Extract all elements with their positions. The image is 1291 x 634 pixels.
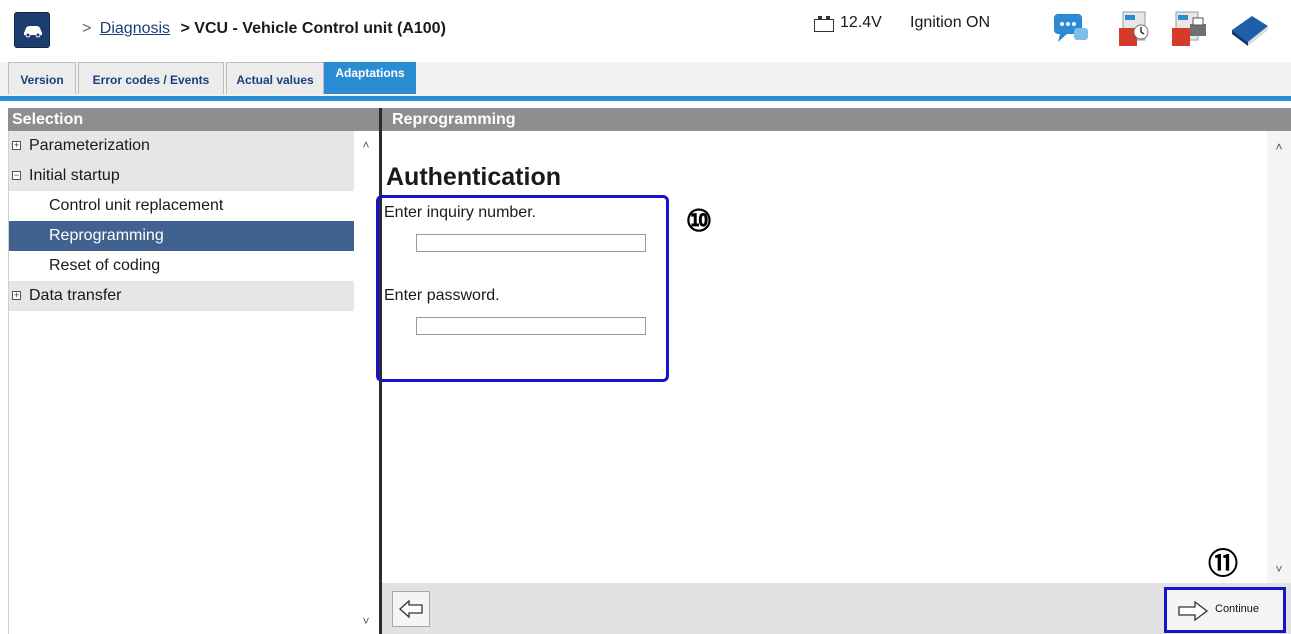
tree-item-reset-of-coding[interactable]: Reset of coding — [9, 251, 354, 281]
breadcrumb: > Diagnosis > VCU - Vehicle Control unit… — [82, 20, 446, 38]
tree-item-control-unit-replacement[interactable]: Control unit replacement — [9, 191, 354, 221]
content-area: Authentication Enter inquiry number. Ent… — [376, 131, 1267, 583]
breadcrumb-separator: > — [82, 20, 92, 37]
collapse-icon[interactable]: − — [12, 171, 21, 180]
tree-item-parameterization[interactable]: + Parameterization — [9, 131, 354, 161]
continue-label: Continue — [1215, 603, 1260, 615]
tree-item-initial-startup[interactable]: − Initial startup — [9, 161, 354, 191]
action-footer: Continue — [382, 583, 1291, 634]
book-icon[interactable] — [1228, 10, 1268, 48]
pdf-print-icon[interactable] — [1170, 10, 1208, 48]
pdf-clock-icon[interactable] — [1115, 10, 1153, 48]
content-scrollbar[interactable]: ˄ ˅ — [1267, 131, 1291, 583]
tree-item-label: Initial startup — [29, 167, 120, 184]
battery-icon — [814, 16, 834, 32]
scroll-up-icon[interactable]: ˄ — [1271, 139, 1287, 155]
car-home-icon[interactable] — [14, 12, 50, 48]
arrow-right-icon — [1178, 600, 1209, 622]
left-scrollbar[interactable]: ˄ ˅ — [354, 131, 378, 634]
tab-bar: Version Error codes / Events Actual valu… — [0, 62, 1291, 96]
annotation-marker-11: ⑪ — [1208, 548, 1238, 581]
continue-button[interactable]: Continue — [1164, 587, 1286, 633]
tree-item-label: Reset of coding — [49, 257, 161, 274]
tab-underline — [0, 96, 1291, 101]
authentication-title: Authentication — [386, 163, 561, 191]
back-button[interactable] — [392, 591, 430, 627]
voltage-value: 12.4V — [840, 14, 882, 31]
selection-header: Selection — [8, 108, 379, 131]
page-title: > VCU - Vehicle Control unit (A100) — [180, 20, 446, 37]
ignition-status: Ignition ON — [910, 14, 991, 31]
content-header: Reprogramming — [382, 108, 1291, 131]
arrow-left-icon — [399, 599, 423, 619]
breadcrumb-diagnosis-link[interactable]: Diagnosis — [100, 20, 170, 37]
selection-tree: + Parameterization − Initial startup Con… — [8, 131, 379, 634]
password-input[interactable] — [416, 317, 646, 335]
app-header: > Diagnosis > VCU - Vehicle Control unit… — [0, 0, 1291, 62]
inquiry-number-label: Enter inquiry number. — [384, 204, 537, 221]
scroll-down-icon[interactable]: ˅ — [358, 613, 374, 629]
tab-version[interactable]: Version — [8, 62, 76, 94]
tab-actual-values[interactable]: Actual values — [226, 62, 324, 94]
annotation-marker-10: ⑩ — [685, 205, 713, 238]
tree-item-reprogramming[interactable]: Reprogramming — [9, 221, 354, 251]
tree-item-label: Parameterization — [29, 137, 150, 154]
tab-error-codes[interactable]: Error codes / Events — [78, 62, 224, 94]
expand-icon[interactable]: + — [12, 141, 21, 150]
tab-adaptations[interactable]: Adaptations — [324, 62, 416, 94]
inquiry-number-input[interactable] — [416, 234, 646, 252]
chat-icon[interactable] — [1052, 10, 1090, 48]
tree-item-label: Control unit replacement — [49, 197, 224, 214]
scroll-down-icon[interactable]: ˅ — [1271, 561, 1287, 577]
tree-item-label: Data transfer — [29, 287, 122, 304]
expand-icon[interactable]: + — [12, 291, 21, 300]
scroll-up-icon[interactable]: ˄ — [358, 137, 374, 153]
tree-item-label: Reprogramming — [49, 227, 164, 244]
tree-item-data-transfer[interactable]: + Data transfer — [9, 281, 354, 311]
password-label: Enter password. — [384, 287, 500, 304]
